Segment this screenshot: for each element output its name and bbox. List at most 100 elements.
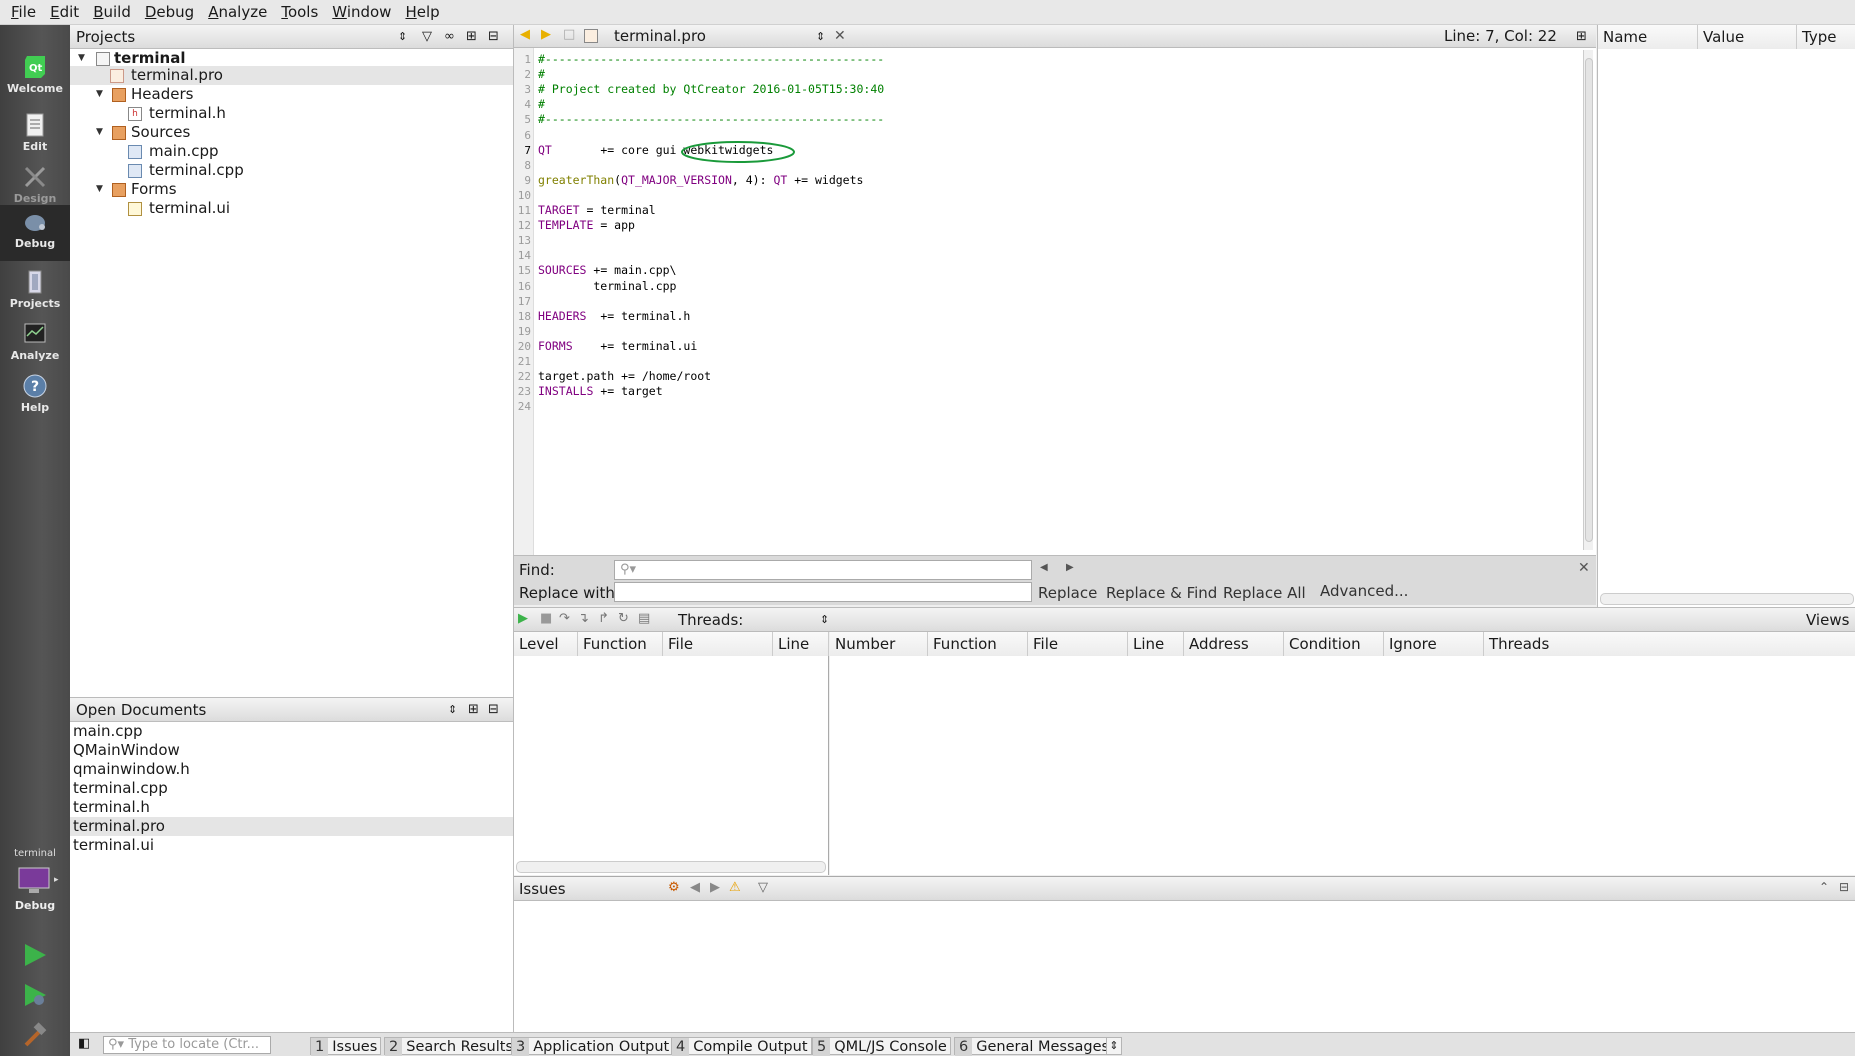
scrollbar-thumb[interactable] [1585,58,1593,542]
close-pane-icon[interactable]: ⊟ [1839,880,1849,894]
tree-item-terminal-cpp[interactable]: terminal.cpp [70,161,513,180]
column-header-threads[interactable]: Threads [1484,632,1855,656]
operate-by-instruction-icon[interactable]: ▤ [638,611,650,626]
mode-edit[interactable]: Edit [0,108,70,160]
tree-item-terminal-pro[interactable]: terminal.pro [70,66,513,85]
locals-horizontal-scrollbar[interactable] [1600,593,1854,605]
locator-input[interactable]: ⚲▾ Type to locate (Ctr... [103,1036,271,1054]
output-tab-issues[interactable]: 1 Issues [310,1037,382,1056]
stop-debugger-icon[interactable]: ■ [540,611,552,626]
filter-icon[interactable]: ▽ [422,25,432,49]
step-out-icon[interactable]: ↱ [598,611,609,626]
tree-item-sources[interactable]: ▼ Sources [70,123,513,142]
open-document-item[interactable]: QMainWindow [73,741,513,760]
next-issue-icon[interactable]: ▶ [710,880,720,895]
threads-combo-arrows-icon[interactable]: ⇕ [820,608,829,632]
build-hammer-icon[interactable] [22,1022,48,1048]
column-header-line[interactable]: Line [773,632,829,656]
column-header-line[interactable]: Line [1128,632,1184,656]
tree-item-terminal-ui[interactable]: terminal.ui [70,199,513,218]
toggle-sidebar-icon[interactable]: ◧ [78,1036,90,1051]
column-header-ignore[interactable]: Ignore [1384,632,1484,656]
filter-icon[interactable]: ▽ [758,880,768,895]
menu-help[interactable]: Help [398,0,446,25]
back-arrow-icon[interactable]: ◀ [520,27,530,42]
column-header-number[interactable]: Number [830,632,928,656]
replace-input[interactable] [614,582,1032,602]
step-over-icon[interactable]: ↷ [559,611,570,626]
mode-welcome[interactable]: Qt Welcome [0,50,70,102]
cursor-position[interactable]: Line: 7, Col: 22 [1444,25,1557,48]
output-tab-general-messages[interactable]: 6 General Messages [954,1037,1114,1056]
split-icon[interactable]: ⊞ [466,25,477,49]
view-selector-arrows-icon[interactable]: ⇕ [448,698,457,722]
column-header-type[interactable]: Type [1797,25,1855,49]
close-find-icon[interactable]: ✕ [1578,560,1590,576]
open-document-item-selected[interactable]: terminal.pro [70,817,513,836]
editor-file-name[interactable]: terminal.pro [614,25,706,48]
column-header-value[interactable]: Value [1698,25,1797,49]
replace-all-button[interactable]: Replace All [1223,584,1306,602]
mode-help[interactable]: ? Help [0,369,70,421]
advanced-button[interactable]: Advanced... [1320,582,1408,600]
link-with-editor-icon[interactable]: ∞ [444,25,455,49]
open-document-item[interactable]: qmainwindow.h [73,760,513,779]
warning-filter-icon[interactable]: ⚠ [729,880,741,895]
kit-selector[interactable]: ▸ Debug [0,863,70,943]
menu-debug[interactable]: Debug [138,0,201,25]
mode-projects[interactable]: Projects [0,265,70,317]
views-button[interactable]: Views [1806,608,1849,632]
run-icon[interactable] [22,942,48,968]
close-panel-icon[interactable]: ⊟ [488,698,499,722]
open-document-item[interactable]: main.cpp [73,722,513,741]
tree-item-main-cpp[interactable]: main.cpp [70,142,513,161]
step-into-icon[interactable]: ↴ [578,611,589,626]
column-header-file[interactable]: File [663,632,773,656]
find-next-icon[interactable]: ▶ [1066,562,1074,573]
previous-issue-icon[interactable]: ◀ [690,880,700,895]
output-tab-compile-output[interactable]: 4 Compile Output [671,1037,812,1056]
search-options-icon[interactable]: ⚲▾ [620,562,636,577]
replace-and-find-button[interactable]: Replace & Find [1106,584,1217,602]
file-selector-arrows-icon[interactable]: ⇕ [816,25,825,48]
open-document-item[interactable]: terminal.cpp [73,779,513,798]
mode-debug[interactable]: Debug [0,205,70,261]
editor-vertical-scrollbar[interactable] [1583,50,1593,550]
tree-item-headers[interactable]: ▼ Headers [70,85,513,104]
output-tab-search-results[interactable]: 2 Search Results [384,1037,518,1056]
mode-analyze[interactable]: Analyze [0,317,70,369]
tree-item-forms[interactable]: ▼ Forms [70,180,513,199]
find-input[interactable]: ⚲▾ [614,560,1032,580]
clear-issues-icon[interactable]: ⚙ [668,880,680,895]
menu-build[interactable]: Build [86,0,138,25]
menu-window[interactable]: Window [325,0,398,25]
tree-item-terminal-h[interactable]: h terminal.h [70,104,513,123]
split-editor-icon[interactable]: ⊞ [1576,25,1587,48]
open-document-item[interactable]: terminal.ui [73,836,513,855]
more-panes-arrows-icon[interactable]: ⇕ [1106,1037,1122,1055]
split-icon[interactable]: ⊞ [468,698,479,722]
open-document-item[interactable]: terminal.h [73,798,513,817]
continue-icon[interactable]: ▶ [518,611,528,626]
start-debugging-icon[interactable] [22,982,48,1008]
menu-tools[interactable]: Tools [274,0,325,25]
output-tab-qml-js-console[interactable]: 5 QML/JS Console [812,1037,951,1056]
column-header-function[interactable]: Function [928,632,1028,656]
forward-arrow-icon[interactable]: ▶ [541,27,551,42]
menu-file[interactable]: File [4,0,43,25]
restart-icon[interactable]: ↻ [618,611,629,626]
maximize-pane-icon[interactable]: ⌃ [1819,880,1829,894]
view-selector-arrows-icon[interactable]: ⇕ [398,25,407,49]
column-header-level[interactable]: Level [514,632,578,656]
replace-button[interactable]: Replace [1038,584,1097,602]
close-panel-icon[interactable]: ⊟ [488,25,499,49]
menu-analyze[interactable]: Analyze [201,0,274,25]
menu-edit[interactable]: Edit [43,0,86,25]
column-header-address[interactable]: Address [1184,632,1284,656]
close-document-icon[interactable]: ✕ [834,25,846,48]
column-header-function[interactable]: Function [578,632,663,656]
column-header-name[interactable]: Name [1598,25,1698,49]
column-header-file[interactable]: File [1028,632,1128,656]
find-previous-icon[interactable]: ◀ [1040,562,1048,573]
column-header-condition[interactable]: Condition [1284,632,1384,656]
